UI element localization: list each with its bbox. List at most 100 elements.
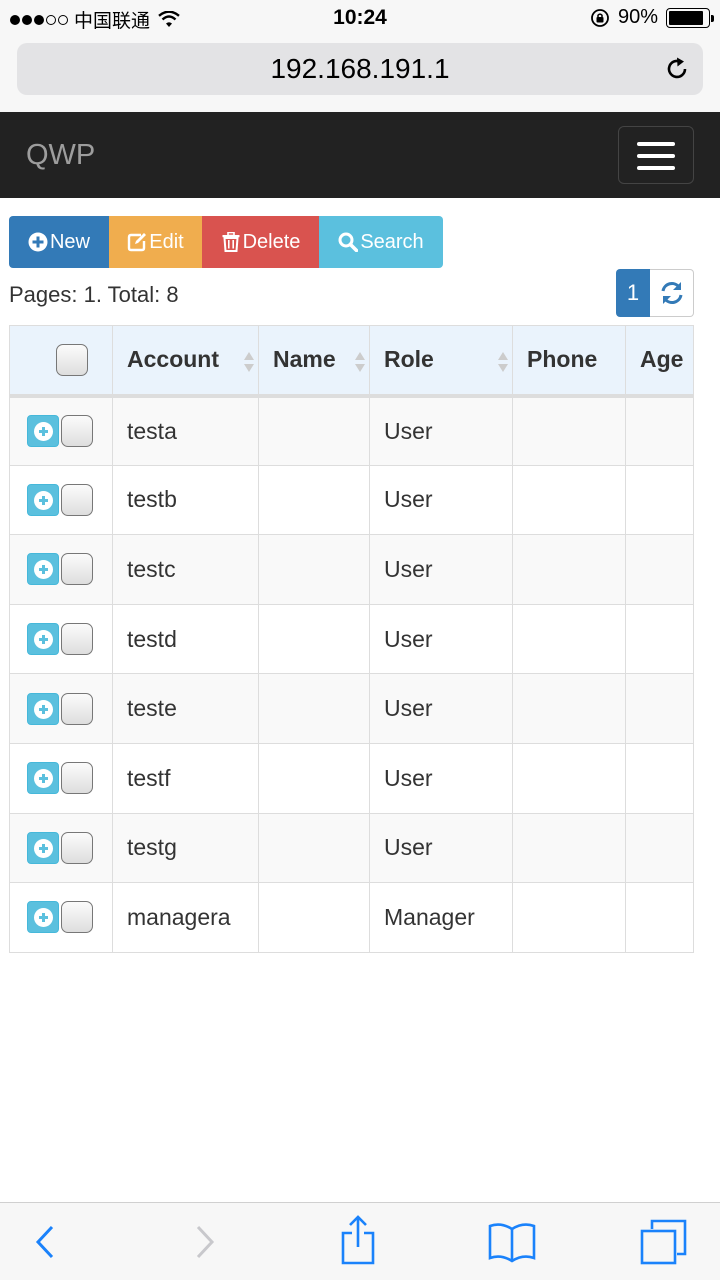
expand-row-button[interactable] xyxy=(27,901,59,934)
url-text[interactable]: 192.168.191.1 xyxy=(17,53,703,85)
row-controls xyxy=(9,603,113,675)
cell-name xyxy=(258,534,370,605)
row-controls xyxy=(9,812,113,884)
table-row[interactable]: testc User xyxy=(9,534,694,605)
edit-button[interactable]: Edit xyxy=(109,216,202,268)
sort-icon xyxy=(355,352,365,372)
column-header-account[interactable]: Account xyxy=(112,325,259,396)
tabs-icon[interactable] xyxy=(640,1219,688,1265)
cell-account: testc xyxy=(112,534,259,605)
plus-circle-icon xyxy=(34,560,53,580)
row-checkbox[interactable] xyxy=(61,483,93,516)
row-checkbox[interactable] xyxy=(61,762,93,795)
table-row[interactable]: teste User xyxy=(9,673,694,744)
cell-age xyxy=(625,534,694,605)
cell-phone xyxy=(512,395,626,466)
battery-level xyxy=(669,10,704,25)
row-checkbox[interactable] xyxy=(61,623,93,656)
browser-address-area: 192.168.191.1 xyxy=(0,36,720,112)
navbar-toggle-button[interactable] xyxy=(618,126,694,184)
plus-circle-icon xyxy=(28,232,48,252)
cell-account: testg xyxy=(112,812,259,884)
cell-role: Manager xyxy=(369,882,513,953)
table-row[interactable]: testf User xyxy=(9,742,694,814)
cell-account: testf xyxy=(112,742,259,814)
expand-row-button[interactable] xyxy=(27,623,59,656)
row-controls xyxy=(9,534,113,605)
cell-account: managera xyxy=(112,882,259,953)
book-icon[interactable] xyxy=(488,1221,536,1263)
accounts-table: Account Name Role Phone Age testa User tes… xyxy=(9,325,694,953)
search-button[interactable]: Search xyxy=(319,216,443,268)
table-row[interactable]: testd User xyxy=(9,603,694,675)
cell-account: testa xyxy=(112,395,259,466)
column-header-phone[interactable]: Phone xyxy=(512,325,626,396)
cell-age xyxy=(625,742,694,814)
column-header-label: Name xyxy=(273,346,336,373)
cell-name xyxy=(258,673,370,744)
row-controls xyxy=(9,673,113,744)
plus-circle-icon xyxy=(34,699,53,719)
chevron-right-icon[interactable] xyxy=(192,1219,218,1265)
row-controls xyxy=(9,882,113,953)
cell-age xyxy=(625,464,694,536)
brand-link[interactable]: QWP xyxy=(26,139,95,172)
page-1-button[interactable]: 1 xyxy=(616,269,650,317)
cell-name xyxy=(258,742,370,814)
delete-button[interactable]: Delete xyxy=(202,216,319,268)
battery-percent: 90% xyxy=(617,6,658,28)
cell-phone xyxy=(512,882,626,953)
plus-circle-icon xyxy=(34,422,53,442)
sort-icon xyxy=(244,352,254,372)
column-header-name[interactable]: Name xyxy=(258,325,370,396)
address-bar[interactable]: 192.168.191.1 xyxy=(17,43,703,95)
chevron-left-icon[interactable] xyxy=(32,1219,58,1265)
cell-name xyxy=(258,812,370,884)
table-row[interactable]: managera Manager xyxy=(9,882,694,953)
table-header-row: Account Name Role Phone Age xyxy=(9,325,694,396)
reload-icon[interactable] xyxy=(663,55,691,83)
refresh-button[interactable] xyxy=(650,269,694,317)
status-bar: 中国联通 10:24 90% xyxy=(0,0,720,36)
expand-row-button[interactable] xyxy=(27,483,59,516)
expand-row-button[interactable] xyxy=(27,415,59,448)
column-header-role[interactable]: Role xyxy=(369,325,513,396)
select-all-checkbox[interactable] xyxy=(56,343,88,376)
expand-row-button[interactable] xyxy=(27,692,59,725)
cell-phone xyxy=(512,812,626,884)
column-header-age[interactable]: Age xyxy=(625,325,694,396)
expand-row-button[interactable] xyxy=(27,831,59,864)
cell-phone xyxy=(512,534,626,605)
row-checkbox[interactable] xyxy=(61,553,93,586)
row-checkbox[interactable] xyxy=(61,901,93,934)
expand-row-button[interactable] xyxy=(27,553,59,586)
table-row[interactable]: testb User xyxy=(9,464,694,536)
row-checkbox[interactable] xyxy=(61,692,93,725)
new-button[interactable]: New xyxy=(9,216,109,268)
search-button-label: Search xyxy=(360,230,424,253)
table-row[interactable]: testa User xyxy=(9,395,694,466)
expand-row-button[interactable] xyxy=(27,762,59,795)
cell-name xyxy=(258,603,370,675)
cell-phone xyxy=(512,742,626,814)
share-icon[interactable] xyxy=(338,1215,378,1265)
table-row[interactable]: testg User xyxy=(9,812,694,884)
cell-role: User xyxy=(369,812,513,884)
cell-age xyxy=(625,603,694,675)
sort-icon xyxy=(498,352,508,372)
battery-icon xyxy=(666,7,714,28)
plus-circle-icon xyxy=(34,908,53,928)
column-header-label: Role xyxy=(384,346,434,373)
cell-role: User xyxy=(369,534,513,605)
refresh-icon xyxy=(661,282,682,304)
cell-phone xyxy=(512,603,626,675)
row-checkbox[interactable] xyxy=(61,831,93,864)
orientation-lock-icon xyxy=(591,8,609,27)
cell-name xyxy=(258,882,370,953)
cell-age xyxy=(625,395,694,466)
pager: 1 xyxy=(616,269,694,317)
row-controls xyxy=(9,464,113,536)
cell-role: User xyxy=(369,673,513,744)
cell-account: teste xyxy=(112,673,259,744)
row-checkbox[interactable] xyxy=(61,415,93,448)
